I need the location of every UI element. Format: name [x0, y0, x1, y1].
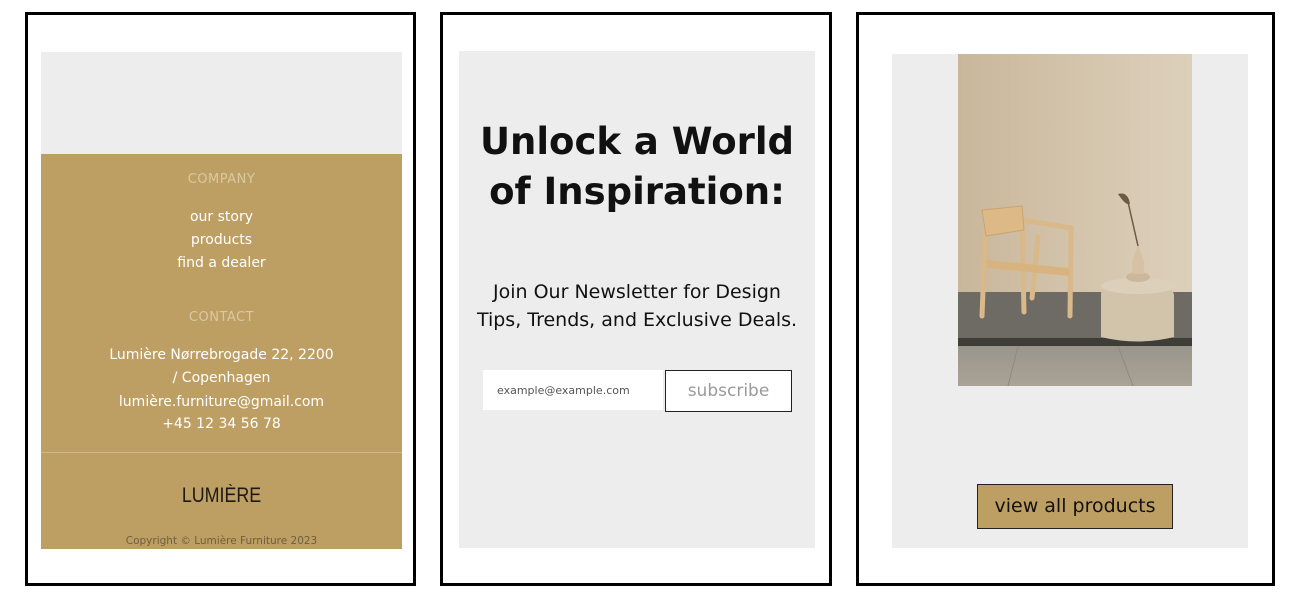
contact-email-link[interactable]: lumière.furniture@gmail.com — [41, 394, 402, 410]
newsletter-heading: Unlock a World of Inspiration: — [459, 117, 815, 217]
newsletter-subtext: Join Our Newsletter for Design Tips, Tre… — [453, 278, 821, 334]
footer-link-our-story[interactable]: our story — [41, 209, 402, 225]
newsletter-subtext-line1: Join Our Newsletter for Design — [493, 281, 781, 303]
contact-phone-link[interactable]: +45 12 34 56 78 — [41, 416, 402, 432]
footer-preview: COMPANY our story products find a dealer… — [41, 52, 402, 549]
view-all-products-button[interactable]: view all products — [977, 484, 1173, 529]
footer-preview-frame: COMPANY our story products find a dealer… — [25, 12, 416, 586]
footer-logo[interactable]: LUMIÈRE — [68, 484, 375, 508]
chair-and-pouf-photo — [958, 54, 1192, 386]
products-section: view all products — [892, 54, 1248, 548]
contact-address-line2: / Copenhagen — [172, 370, 271, 386]
site-footer: COMPANY our story products find a dealer… — [41, 154, 402, 549]
contact-heading: CONTACT — [188, 310, 255, 325]
footer-link-find-a-dealer[interactable]: find a dealer — [41, 255, 402, 271]
footer-divider — [41, 452, 402, 453]
contact-address-line1: Lumière Nørrebrogade 22, 2200 — [109, 347, 334, 363]
subscribe-button[interactable]: subscribe — [665, 370, 792, 412]
company-heading: COMPANY — [187, 172, 256, 187]
newsletter-heading-line1: Unlock a World — [479, 120, 795, 163]
product-photo — [958, 54, 1192, 386]
copyright-text: Copyright © Lumière Furniture 2023 — [125, 535, 318, 547]
newsletter-email-input[interactable] — [483, 370, 663, 410]
newsletter-section: Unlock a World of Inspiration: Join Our … — [459, 51, 815, 548]
newsletter-subtext-line2: Tips, Trends, and Exclusive Deals. — [476, 309, 798, 331]
footer-link-products[interactable]: products — [41, 232, 402, 248]
newsletter-heading-line2: of Inspiration: — [489, 170, 785, 213]
newsletter-preview-frame: Unlock a World of Inspiration: Join Our … — [440, 12, 832, 586]
products-preview-frame: view all products — [856, 12, 1275, 586]
